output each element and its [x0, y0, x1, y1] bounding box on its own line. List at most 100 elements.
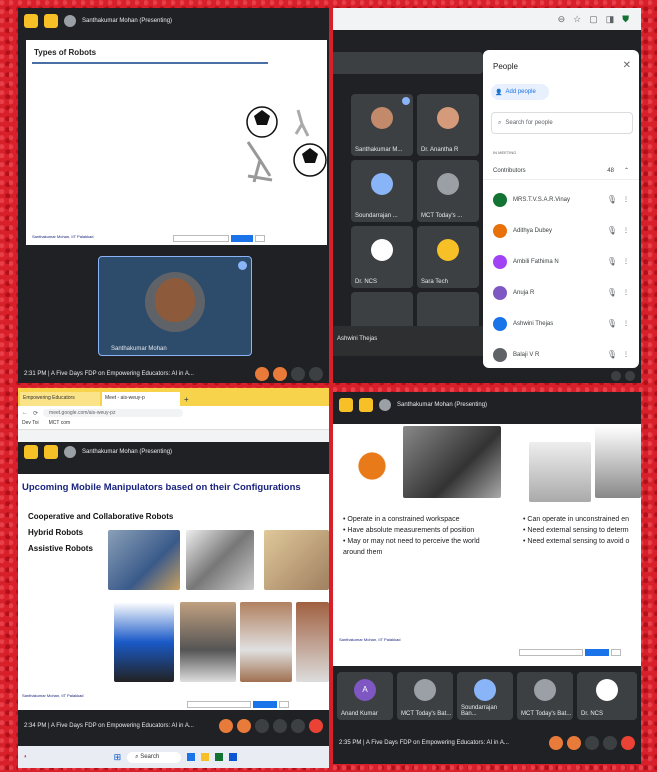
- presenter-bar: Santhakumar Mohan (Presenting): [18, 8, 329, 34]
- more-options-icon[interactable]: [238, 261, 247, 270]
- self-video-tile[interactable]: Santhakumar Mohan: [98, 256, 252, 356]
- chevron-up-icon: ⌃: [623, 168, 629, 174]
- hide-button[interactable]: [279, 701, 289, 708]
- list-item[interactable]: Balaji V R 🎙 ⋮: [483, 339, 639, 370]
- windows-taskbar: ◐ ⊞ ⌕ Search: [18, 746, 329, 768]
- participant-tile[interactable]: Santhakumar M...: [351, 94, 413, 156]
- participant-tile[interactable]: Dr. NCS: [577, 672, 637, 720]
- mic-icon[interactable]: [219, 719, 233, 733]
- url-field[interactable]: meet.google.com/ais-weuy-pz: [43, 409, 184, 417]
- list-item[interactable]: Anuja R 🎙 ⋮: [483, 277, 639, 308]
- participant-tile[interactable]: MCT Today's Bat...: [517, 672, 573, 720]
- hide-button[interactable]: [611, 649, 621, 656]
- mobile-robot-photo: [595, 426, 641, 498]
- zoom-icon[interactable]: ⊖: [558, 14, 566, 25]
- layout-icon[interactable]: [44, 14, 58, 28]
- participant-tile[interactable]: A Anand Kumar: [337, 672, 393, 720]
- more-vert-icon[interactable]: ⋮: [623, 351, 629, 358]
- search-people-box[interactable]: ⌕ Search for people: [491, 112, 633, 134]
- present-button[interactable]: [585, 649, 609, 656]
- slide-footer: Santhakumar Mohan, IIT Palakkad: [22, 693, 84, 698]
- present-icon[interactable]: [273, 719, 287, 733]
- bookmark-item[interactable]: Dev Toi: [22, 420, 39, 429]
- camera-icon[interactable]: [567, 736, 581, 750]
- chat-icon[interactable]: [625, 371, 635, 381]
- minimize-icon[interactable]: ▢: [589, 14, 598, 25]
- bookmark-item[interactable]: MCT com: [49, 420, 71, 429]
- list-item[interactable]: Ambili Fathima N 🎙 ⋮: [483, 246, 639, 277]
- participant-tile[interactable]: MCT Today's Bat...: [397, 672, 453, 720]
- camera-icon[interactable]: [273, 367, 287, 381]
- more-vert-icon[interactable]: ⋮: [623, 289, 629, 296]
- stop-presenting-box[interactable]: [173, 235, 229, 242]
- participant-tile[interactable]: Dr. Anantha R: [417, 94, 479, 156]
- layout-icon[interactable]: [44, 445, 58, 459]
- contributors-header[interactable]: Contributors 48 ⌃: [483, 162, 639, 180]
- shield-icon[interactable]: ⛊: [622, 14, 629, 25]
- hide-button[interactable]: [255, 235, 265, 242]
- contributors-count: 48: [607, 167, 614, 174]
- weather-icon[interactable]: ◐: [24, 754, 28, 760]
- leave-call-icon[interactable]: [621, 736, 635, 750]
- layout-icon[interactable]: [359, 398, 373, 412]
- person-avatar: [493, 192, 507, 207]
- app-icon[interactable]: [215, 753, 224, 761]
- reload-icon[interactable]: ⟳: [33, 410, 38, 417]
- pin-icon[interactable]: [24, 14, 38, 28]
- app-icon[interactable]: [201, 753, 210, 761]
- add-people-button[interactable]: 👤 Add people: [491, 84, 549, 100]
- search-icon: ⌕: [135, 753, 139, 760]
- captions-icon[interactable]: [585, 736, 599, 750]
- address-bar-row: ← ⟳ meet.google.com/ais-weuy-pz: [18, 406, 329, 420]
- participant-avatar: [534, 679, 556, 702]
- captions-icon[interactable]: [255, 719, 269, 733]
- present-icon[interactable]: [309, 367, 323, 381]
- title-underline: [32, 62, 268, 64]
- participant-tile[interactable]: Sara Tech: [417, 226, 479, 288]
- more-vert-icon[interactable]: ⋮: [623, 227, 629, 234]
- list-item[interactable]: Adithya Dubey 🎙 ⋮: [483, 215, 639, 246]
- close-icon[interactable]: ✕: [623, 60, 631, 71]
- more-vert-icon[interactable]: ⋮: [623, 320, 629, 327]
- participant-name: MCT Today's Bat...: [401, 711, 452, 717]
- star-icon[interactable]: ☆: [573, 14, 581, 25]
- present-button[interactable]: [231, 235, 253, 242]
- self-tile-name: Santhakumar Mohan: [111, 346, 167, 352]
- presenting-controls: [519, 649, 621, 656]
- pin-icon[interactable]: [24, 445, 38, 459]
- window-icon[interactable]: ◨: [606, 14, 615, 25]
- camera-icon[interactable]: [237, 719, 251, 733]
- mic-icon[interactable]: [549, 736, 563, 750]
- more-icon[interactable]: [611, 371, 621, 381]
- tab-meet[interactable]: Meet - ais-weuy-p: [102, 392, 180, 406]
- participant-tile[interactable]: MCT Today's ...: [417, 160, 479, 222]
- app-icon[interactable]: [229, 753, 238, 761]
- tab-empowering[interactable]: Empowering Educators: [20, 392, 100, 406]
- bullet-text: Can operate in unconstrained en: [527, 516, 629, 523]
- present-button[interactable]: [253, 701, 277, 708]
- app-icon[interactable]: [187, 753, 196, 761]
- mic-icon[interactable]: [255, 367, 269, 381]
- taskbar-search[interactable]: ⌕ Search: [127, 751, 182, 763]
- participant-tile[interactable]: Dr. NCS: [351, 226, 413, 288]
- participant-tile[interactable]: Soundarrajan Ban...: [457, 672, 513, 720]
- stop-presenting-box[interactable]: [187, 701, 251, 708]
- start-icon[interactable]: ⊞: [114, 752, 122, 763]
- mic-off-icon: 🎙: [606, 288, 617, 297]
- list-item[interactable]: MRS.T.V.S.A.R.Vinay 🎙 ⋮: [483, 184, 639, 215]
- leave-call-icon[interactable]: [309, 719, 323, 733]
- pin-icon[interactable]: [339, 398, 353, 412]
- participant-tile[interactable]: Soundarrajan ...: [351, 160, 413, 222]
- more-vert-icon[interactable]: ⋮: [623, 196, 629, 203]
- list-item[interactable]: Ashwini Thejas 🎙 ⋮: [483, 308, 639, 339]
- back-icon[interactable]: ←: [22, 410, 28, 416]
- more-options-icon[interactable]: [402, 97, 410, 105]
- new-tab-icon[interactable]: +: [182, 393, 191, 406]
- add-person-icon: 👤: [495, 89, 503, 96]
- stop-presenting-box[interactable]: [519, 649, 583, 656]
- more-vert-icon[interactable]: ⋮: [623, 258, 629, 265]
- more-icon[interactable]: [291, 719, 305, 733]
- people-title: People: [493, 62, 518, 71]
- captions-icon[interactable]: [291, 367, 305, 381]
- present-icon[interactable]: [603, 736, 617, 750]
